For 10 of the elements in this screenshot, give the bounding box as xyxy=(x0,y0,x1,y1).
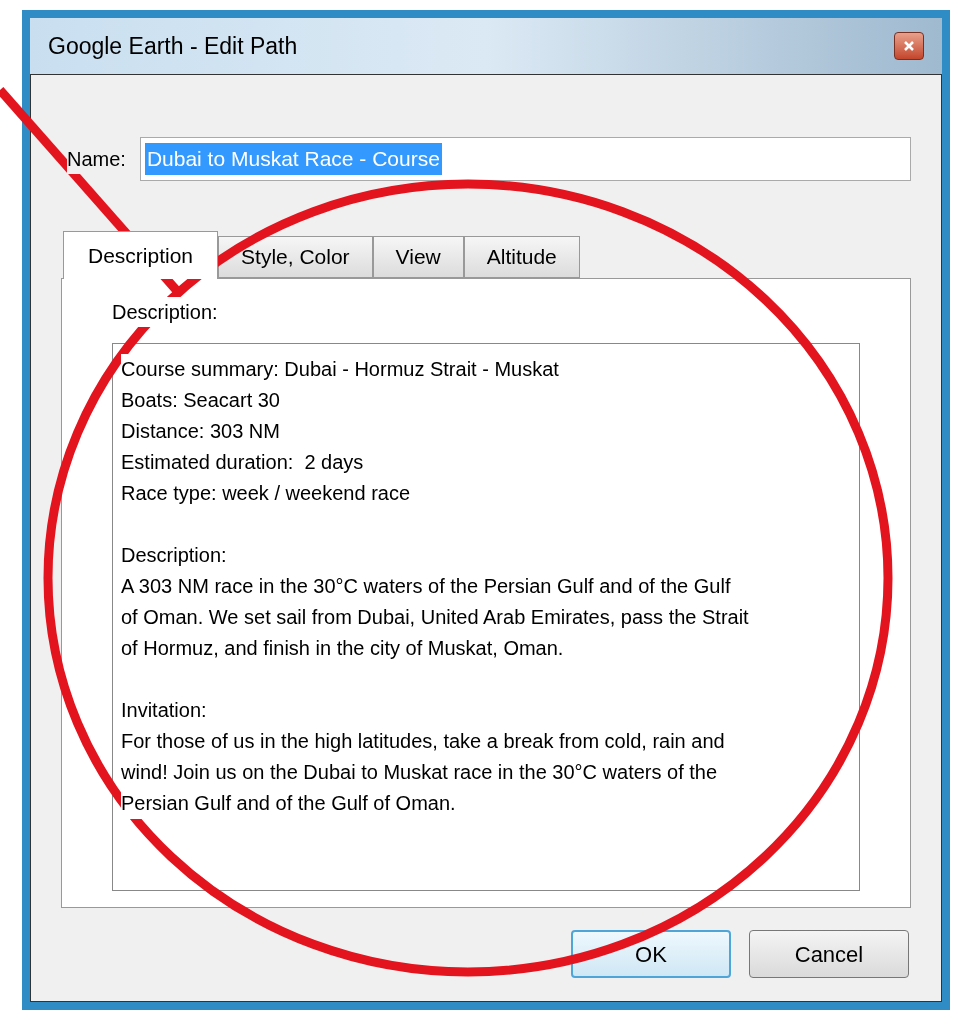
close-button[interactable] xyxy=(894,32,924,60)
description-text-area[interactable] xyxy=(112,343,860,891)
description-label: Description: xyxy=(112,297,218,327)
tab[interactable]: View xyxy=(372,236,464,278)
tab[interactable]: Style, Color xyxy=(218,236,373,278)
cancel-button[interactable]: Cancel xyxy=(749,930,909,978)
tab[interactable]: Altitude xyxy=(463,236,580,278)
tab[interactable]: Description xyxy=(63,231,219,279)
close-icon xyxy=(903,40,915,52)
window-title: Google Earth - Edit Path xyxy=(48,31,298,61)
